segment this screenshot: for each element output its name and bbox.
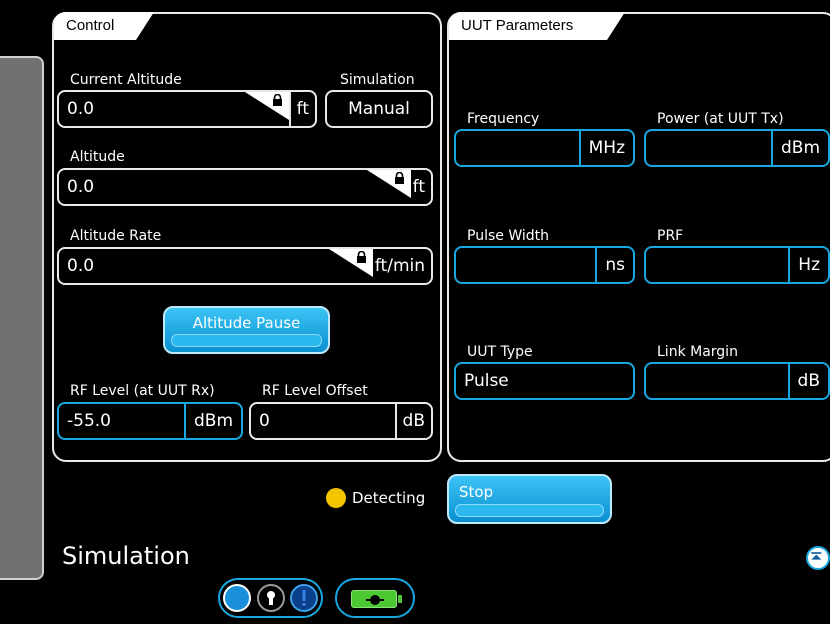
- button-highlight-bar: [455, 504, 604, 517]
- side-panel-handle[interactable]: [0, 56, 44, 580]
- altitude-unit: ft: [412, 177, 425, 197]
- current-altitude-value: 0.0: [67, 98, 95, 119]
- battery-icon: [351, 590, 397, 608]
- scroll-top-button[interactable]: [806, 546, 830, 570]
- keyhole-icon: [267, 591, 275, 605]
- rf-level-label: RF Level (at UUT Rx): [70, 383, 215, 399]
- prf-label: PRF: [657, 228, 684, 244]
- uut-parameters-title: UUT Parameters: [449, 12, 625, 40]
- link-margin-label: Link Margin: [657, 344, 738, 360]
- current-altitude-label: Current Altitude: [70, 72, 182, 88]
- link-margin-value: [646, 364, 788, 398]
- altitude-rate-value: 0.0: [67, 255, 95, 276]
- button-highlight-bar: [171, 334, 322, 347]
- altitude-pause-label: Altitude Pause: [192, 314, 301, 332]
- rf-level-unit: dBm: [183, 404, 241, 438]
- link-margin-unit: dB: [787, 364, 828, 398]
- exclamation-icon: [302, 590, 306, 606]
- lock-icon: [272, 94, 282, 106]
- rf-level-field[interactable]: -55.0 dBm: [57, 402, 243, 440]
- pulse-width-label: Pulse Width: [467, 228, 549, 244]
- alert-status-icon: [290, 584, 318, 612]
- altitude-label: Altitude: [70, 149, 125, 165]
- rf-level-value: -55.0: [67, 410, 111, 431]
- lock-icon: [356, 251, 366, 263]
- power-label: Power (at UUT Tx): [657, 111, 784, 127]
- rf-level-offset-value: 0: [259, 410, 270, 431]
- rf-level-offset-label: RF Level Offset: [262, 383, 368, 399]
- stop-label: Stop: [459, 483, 494, 501]
- pulse-width-field[interactable]: ns: [454, 246, 635, 284]
- power-field[interactable]: dBm: [644, 129, 830, 167]
- altitude-pause-button[interactable]: Altitude Pause: [163, 306, 330, 354]
- altitude-rate-value-cell: 0.0: [59, 249, 373, 283]
- power-unit: dBm: [770, 131, 828, 165]
- uut-type-select[interactable]: Pulse: [454, 362, 635, 400]
- status-text: Detecting: [352, 489, 426, 507]
- prf-unit: Hz: [788, 248, 828, 282]
- pulse-width-value: [456, 248, 595, 282]
- power-value: [646, 131, 771, 165]
- altitude-rate-field: 0.0 ft/min: [57, 247, 433, 285]
- stop-button[interactable]: Stop: [447, 474, 612, 524]
- prf-field[interactable]: Hz: [644, 246, 830, 284]
- frequency-field[interactable]: MHz: [454, 129, 635, 167]
- uut-type-label: UUT Type: [467, 344, 533, 360]
- uut-type-value: Pulse: [464, 370, 509, 391]
- mode-status-pill[interactable]: [218, 578, 323, 618]
- current-altitude-field: 0.0 ft: [57, 90, 317, 128]
- altitude-rate-label: Altitude Rate: [70, 228, 162, 244]
- altitude-value-cell: 0.0: [59, 170, 411, 204]
- rf-level-offset-unit: dB: [394, 404, 431, 438]
- pulse-width-unit: ns: [595, 248, 633, 282]
- plug-icon: [366, 595, 384, 605]
- lock-icon: [394, 172, 404, 184]
- link-margin-field[interactable]: dB: [644, 362, 830, 400]
- frequency-label: Frequency: [467, 111, 540, 127]
- page-title: Simulation: [62, 542, 190, 570]
- battery-status-pill[interactable]: [335, 578, 415, 618]
- remote-indicator-icon: [223, 584, 251, 612]
- battery-terminal: [398, 595, 402, 603]
- simulation-label: Simulation: [340, 72, 415, 88]
- altitude-value: 0.0: [67, 176, 95, 197]
- rf-level-offset-field[interactable]: 0 dB: [249, 402, 433, 440]
- status-indicator-dot: [326, 488, 346, 508]
- altitude-field: 0.0 ft: [57, 168, 433, 206]
- altitude-rate-unit: ft/min: [374, 256, 425, 276]
- frequency-value: [456, 131, 579, 165]
- lock-status-icon: [257, 584, 285, 612]
- current-altitude-value-cell: 0.0: [59, 92, 289, 126]
- chevron-up-icon: [811, 552, 822, 560]
- simulation-mode-select[interactable]: Manual: [325, 90, 433, 128]
- prf-value: [646, 248, 788, 282]
- current-altitude-unit: ft: [288, 92, 315, 126]
- control-group-title: Control: [54, 12, 154, 40]
- frequency-unit: MHz: [578, 131, 633, 165]
